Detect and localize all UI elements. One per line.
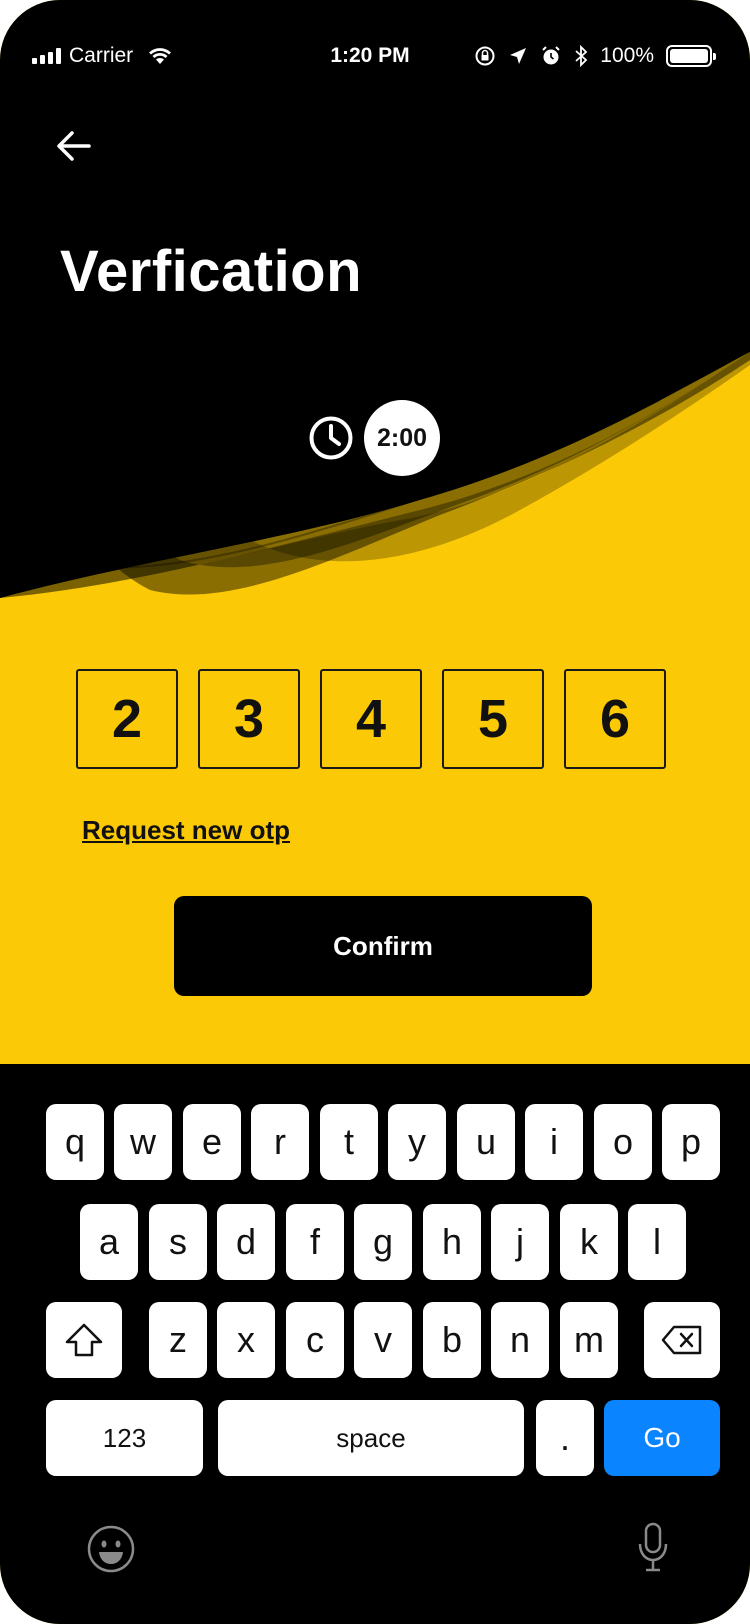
key-i[interactable]: i xyxy=(525,1104,583,1180)
shift-icon xyxy=(65,1323,103,1357)
microphone-icon[interactable] xyxy=(636,1522,670,1574)
confirm-button[interactable]: Confirm xyxy=(174,896,592,996)
key-f[interactable]: f xyxy=(286,1204,344,1280)
key-g[interactable]: g xyxy=(354,1204,412,1280)
go-key[interactable]: Go xyxy=(604,1400,720,1476)
key-r[interactable]: r xyxy=(251,1104,309,1180)
space-key[interactable]: space xyxy=(218,1400,524,1476)
key-d[interactable]: d xyxy=(217,1204,275,1280)
status-right: 100% xyxy=(474,44,716,68)
otp-digit-5[interactable]: 6 xyxy=(564,669,666,769)
key-s[interactable]: s xyxy=(149,1204,207,1280)
battery-percentage: 100% xyxy=(600,44,654,67)
otp-digit-4[interactable]: 5 xyxy=(442,669,544,769)
page-title: Verfication xyxy=(60,239,363,304)
key-h[interactable]: h xyxy=(423,1204,481,1280)
key-x[interactable]: x xyxy=(217,1302,275,1378)
clock-icon xyxy=(309,416,353,460)
orientation-lock-icon xyxy=(475,46,495,66)
key-w[interactable]: w xyxy=(114,1104,172,1180)
key-q[interactable]: q xyxy=(46,1104,104,1180)
key-y[interactable]: y xyxy=(388,1104,446,1180)
location-icon xyxy=(510,48,527,64)
delete-icon xyxy=(661,1325,702,1355)
key-m[interactable]: m xyxy=(560,1302,618,1378)
key-p[interactable]: p xyxy=(662,1104,720,1180)
request-new-otp-link[interactable]: Request new otp xyxy=(82,815,290,846)
key-l[interactable]: l xyxy=(628,1204,686,1280)
otp-digit-3[interactable]: 4 xyxy=(320,669,422,769)
timer-value: 2:00 xyxy=(364,400,440,476)
emoji-icon[interactable] xyxy=(86,1524,136,1574)
numbers-key[interactable]: 123 xyxy=(46,1400,203,1476)
back-button[interactable] xyxy=(50,122,98,170)
key-e[interactable]: e xyxy=(183,1104,241,1180)
key-z[interactable]: z xyxy=(149,1302,207,1378)
key-n[interactable]: n xyxy=(491,1302,549,1378)
key-u[interactable]: u xyxy=(457,1104,515,1180)
countdown-timer: 2:00 xyxy=(308,400,440,476)
otp-digit-1[interactable]: 2 xyxy=(76,669,178,769)
key-k[interactable]: k xyxy=(560,1204,618,1280)
key-t[interactable]: t xyxy=(320,1104,378,1180)
battery-icon xyxy=(666,45,716,67)
otp-input-group: 2 3 4 5 6 xyxy=(76,669,666,769)
otp-digit-2[interactable]: 3 xyxy=(198,669,300,769)
arrow-left-icon xyxy=(57,131,91,161)
confirm-button-label: Confirm xyxy=(333,930,433,961)
header-wave-background xyxy=(0,0,750,598)
key-j[interactable]: j xyxy=(491,1204,549,1280)
shift-key[interactable] xyxy=(46,1302,122,1378)
bluetooth-icon xyxy=(575,45,588,67)
alarm-icon xyxy=(542,46,560,65)
phone-screen: Carrier 1:20 PM 100% Verfication 2:00 2 … xyxy=(0,0,750,1624)
key-o[interactable]: o xyxy=(594,1104,652,1180)
key-a[interactable]: a xyxy=(80,1204,138,1280)
key-b[interactable]: b xyxy=(423,1302,481,1378)
key-c[interactable]: c xyxy=(286,1302,344,1378)
key-v[interactable]: v xyxy=(354,1302,412,1378)
period-key[interactable]: . xyxy=(536,1400,594,1476)
on-screen-keyboard: q w e r t y u i o p a s d f g h j k l z … xyxy=(0,1064,750,1624)
delete-key[interactable] xyxy=(644,1302,720,1378)
status-bar: Carrier 1:20 PM 100% xyxy=(0,38,750,82)
